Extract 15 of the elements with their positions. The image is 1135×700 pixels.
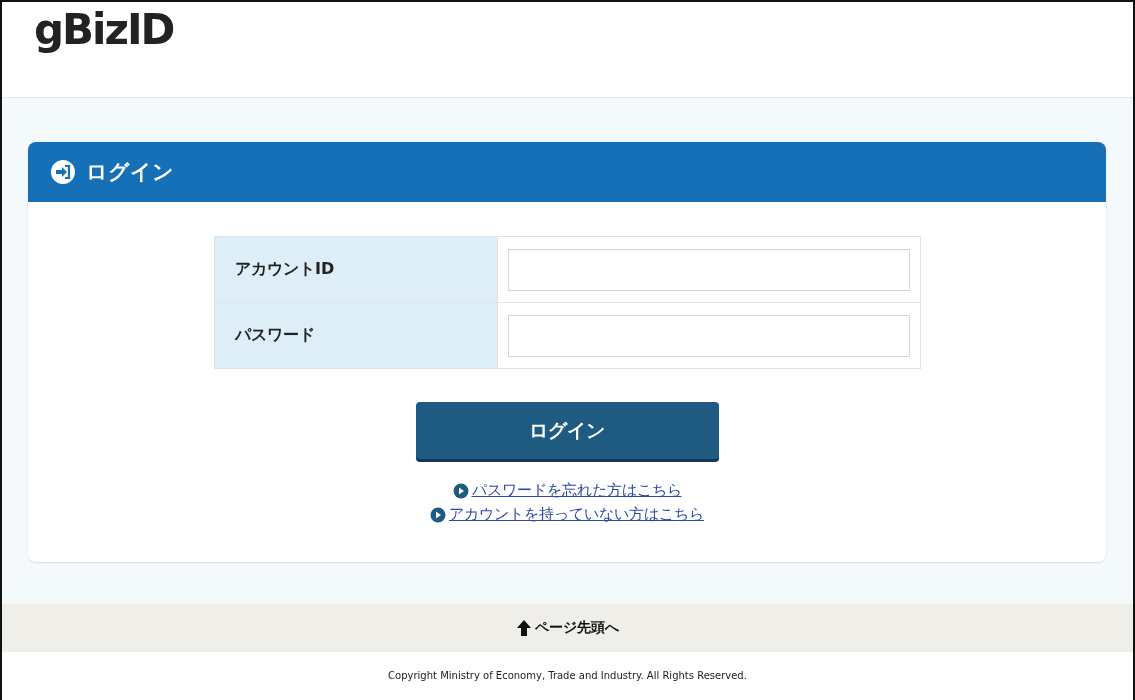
logo: gBizID	[34, 5, 174, 54]
page-top-link[interactable]: ページ先頭へ	[534, 619, 619, 637]
field-label: パスワード	[214, 302, 498, 369]
login-icon	[50, 159, 76, 185]
copyright-text: Copyright Ministry of Economy, Trade and Industry. All Rights Reserved.	[388, 670, 747, 681]
link[interactable]: アカウントを持っていない方はこちら	[449, 505, 704, 524]
input-field[interactable]	[508, 248, 910, 291]
play-icon	[430, 506, 446, 523]
up-arrow-icon	[516, 620, 531, 636]
link[interactable]: パスワードを忘れた方はこちら	[471, 481, 682, 500]
panel-title: ログイン	[86, 159, 174, 186]
login-button[interactable]: ログイン	[415, 402, 719, 459]
play-icon	[452, 482, 469, 499]
field-label: アカウントID	[214, 236, 498, 303]
input-field[interactable]	[508, 314, 910, 357]
